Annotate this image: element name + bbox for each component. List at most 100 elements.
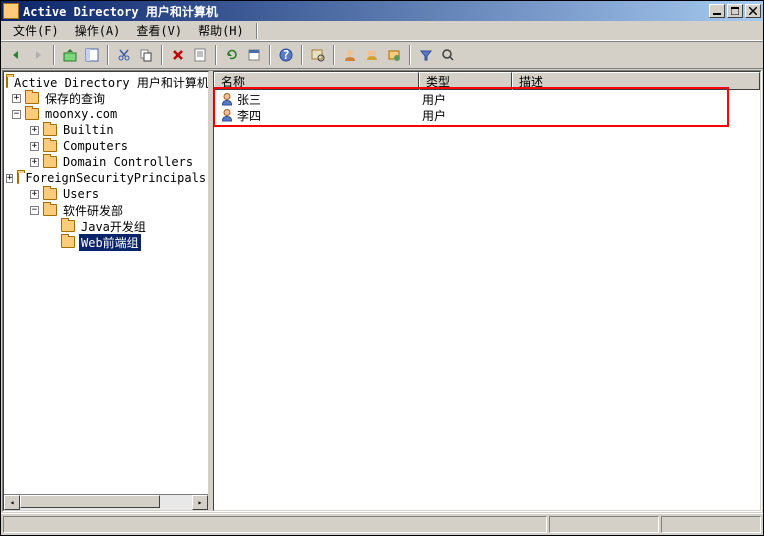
folder-icon (17, 172, 19, 184)
new-ou-button[interactable] (383, 44, 405, 66)
scroll-left-button[interactable]: ◂ (4, 495, 20, 510)
cell-type: 用户 (420, 107, 513, 124)
tree-builtin[interactable]: + Builtin (6, 122, 206, 138)
scroll-track[interactable] (20, 495, 192, 510)
copy-button[interactable] (135, 44, 157, 66)
export-icon (247, 48, 261, 62)
tree-pane-icon (85, 48, 99, 62)
arrow-left-icon (9, 48, 23, 62)
collapse-toggle[interactable]: − (12, 110, 21, 119)
tree-domain[interactable]: − moonxy.com (6, 106, 206, 122)
new-group-button[interactable] (361, 44, 383, 66)
folder-icon (25, 92, 39, 104)
cell-name: 张三 (237, 91, 261, 108)
status-main (3, 516, 547, 533)
tree-saved-queries[interactable]: + 保存的查询 (6, 90, 206, 106)
find-icon (311, 48, 325, 62)
status-aux2 (661, 516, 761, 533)
folder-icon (61, 220, 75, 232)
toolbar-separator (301, 45, 303, 65)
new-user-button[interactable] (339, 44, 361, 66)
tree-label: Active Directory 用户和计算机 (12, 74, 208, 91)
tree-web-group[interactable]: Web前端组 (6, 234, 206, 250)
menu-view[interactable]: 查看(V) (128, 20, 190, 41)
cell-name: 李四 (237, 107, 261, 124)
toolbar: ? (1, 41, 763, 69)
show-hide-tree-button[interactable] (81, 44, 103, 66)
folder-icon (6, 76, 8, 88)
export-button[interactable] (243, 44, 265, 66)
delete-button[interactable] (167, 44, 189, 66)
folder-icon (43, 156, 57, 168)
back-button[interactable] (5, 44, 27, 66)
column-name[interactable]: 名称 (214, 72, 419, 90)
properties-icon (193, 48, 207, 62)
tree-label: 保存的查询 (43, 90, 107, 107)
search-button[interactable] (437, 44, 459, 66)
cell-type: 用户 (420, 91, 513, 108)
tree-label: Java开发组 (79, 218, 148, 235)
app-icon (3, 3, 19, 19)
tree-root[interactable]: Active Directory 用户和计算机 (6, 74, 206, 90)
filter-icon (419, 48, 433, 62)
column-type[interactable]: 类型 (419, 72, 512, 90)
expand-toggle[interactable]: + (30, 126, 39, 135)
find-button[interactable] (307, 44, 329, 66)
folder-icon (43, 140, 57, 152)
column-desc[interactable]: 描述 (512, 72, 760, 90)
menu-separator (256, 23, 258, 39)
list-row[interactable]: 张三 用户 (215, 91, 759, 107)
tree-label: Users (61, 187, 101, 201)
tree-body[interactable]: Active Directory 用户和计算机 + 保存的查询 − moonxy… (4, 72, 208, 494)
minimize-button[interactable] (709, 4, 725, 18)
expand-toggle[interactable]: + (30, 142, 39, 151)
toolbar-separator (161, 45, 163, 65)
refresh-button[interactable] (221, 44, 243, 66)
tree-fsp[interactable]: + ForeignSecurityPrincipals (6, 170, 206, 186)
list-panel: 名称 类型 描述 张三 用户 李四 (213, 71, 761, 511)
list-row[interactable]: 李四 用户 (215, 107, 759, 123)
help-icon: ? (279, 48, 293, 62)
tree-label: moonxy.com (43, 107, 119, 121)
expand-toggle[interactable]: + (30, 190, 39, 199)
menu-help[interactable]: 帮助(H) (190, 20, 252, 41)
tree-domain-controllers[interactable]: + Domain Controllers (6, 154, 206, 170)
expand-toggle[interactable]: + (30, 158, 39, 167)
tree-dept[interactable]: − 软件研发部 (6, 202, 206, 218)
properties-button[interactable] (189, 44, 211, 66)
menu-action[interactable]: 操作(A) (67, 20, 129, 41)
status-aux1 (549, 516, 659, 533)
menubar: 文件(F) 操作(A) 查看(V) 帮助(H) (1, 21, 763, 41)
forward-button[interactable] (27, 44, 49, 66)
tree-users[interactable]: + Users (6, 186, 206, 202)
help-button[interactable]: ? (275, 44, 297, 66)
cut-button[interactable] (113, 44, 135, 66)
horizontal-scrollbar[interactable]: ◂ ▸ (4, 494, 208, 510)
list-body[interactable]: 张三 用户 李四 用户 (214, 90, 760, 510)
scroll-right-button[interactable]: ▸ (192, 495, 208, 510)
expand-toggle[interactable]: + (6, 174, 13, 183)
tree-label: 软件研发部 (61, 202, 125, 219)
tree-computers[interactable]: + Computers (6, 138, 206, 154)
maximize-button[interactable] (727, 4, 743, 18)
close-icon (749, 7, 757, 15)
folder-icon (61, 236, 75, 248)
close-button[interactable] (745, 4, 761, 18)
scroll-thumb[interactable] (20, 495, 160, 508)
folder-icon (43, 204, 57, 216)
user-icon (220, 108, 234, 122)
up-button[interactable] (59, 44, 81, 66)
toolbar-separator (333, 45, 335, 65)
search-icon (441, 48, 455, 62)
toolbar-separator (107, 45, 109, 65)
statusbar (1, 513, 763, 535)
filter-button[interactable] (415, 44, 437, 66)
tree-label: Computers (61, 139, 130, 153)
window-title: Active Directory 用户和计算机 (23, 3, 707, 20)
expand-toggle[interactable]: + (12, 94, 21, 103)
collapse-toggle[interactable]: − (30, 206, 39, 215)
folder-up-icon (63, 48, 77, 62)
list-header: 名称 类型 描述 (214, 72, 760, 90)
tree-java-group[interactable]: Java开发组 (6, 218, 206, 234)
menu-file[interactable]: 文件(F) (5, 20, 67, 41)
